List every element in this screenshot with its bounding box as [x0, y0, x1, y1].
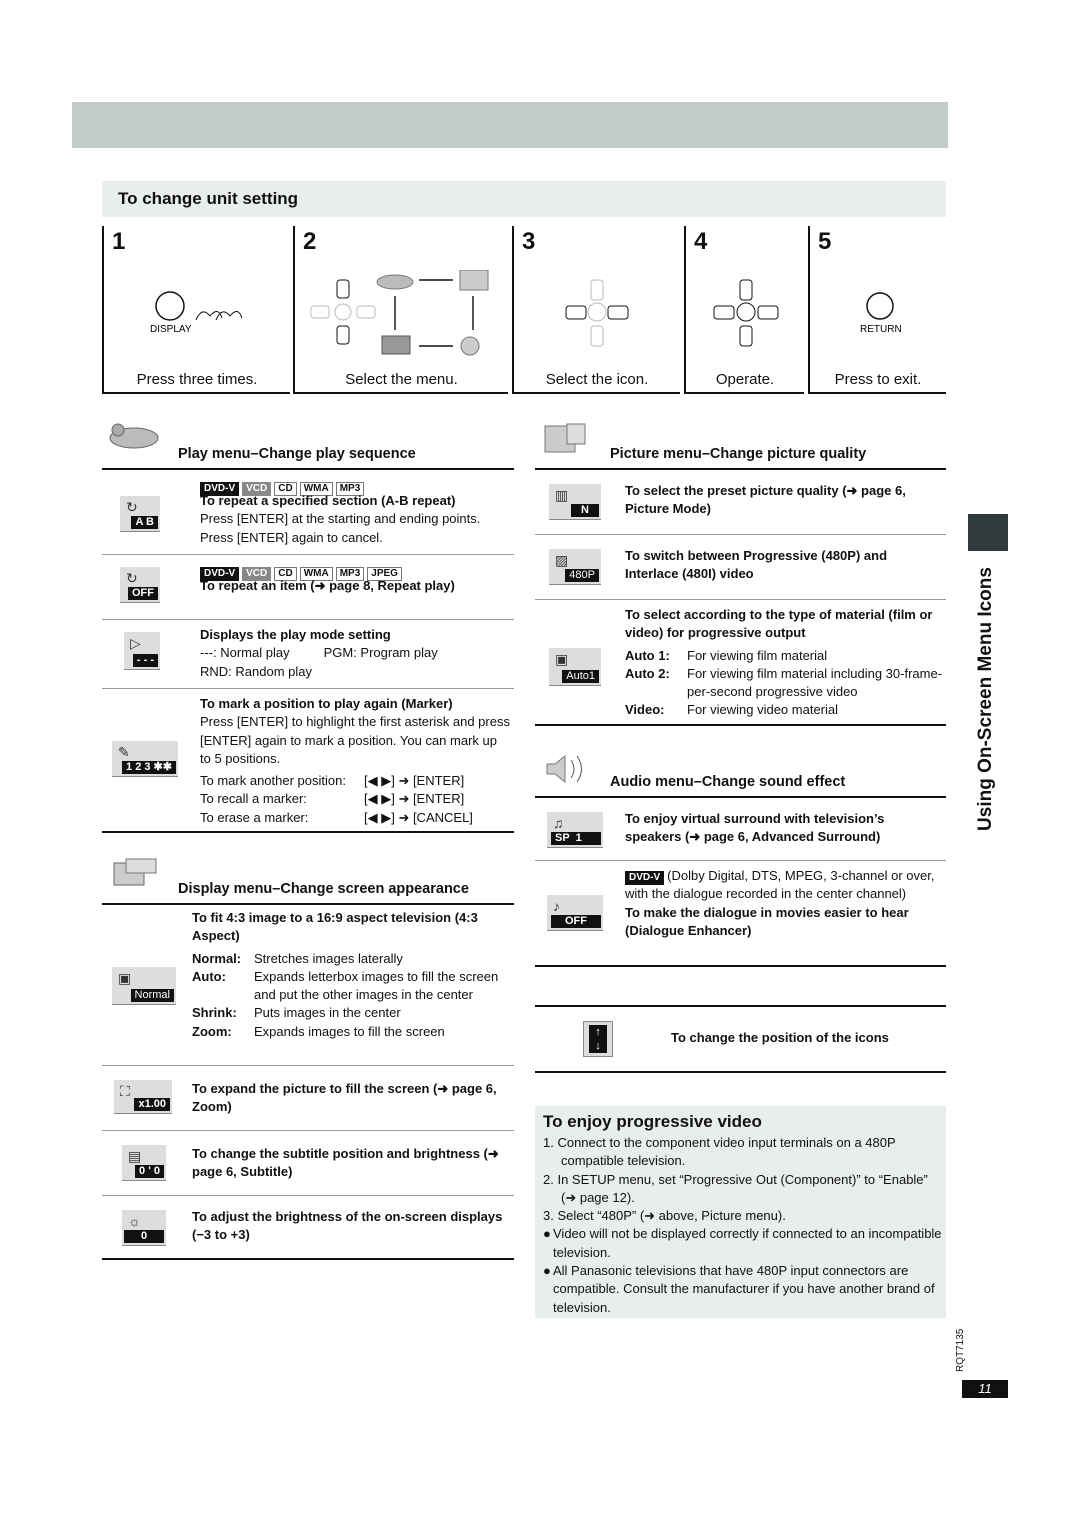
osd-position-icon: ↑ ↓: [583, 1021, 613, 1057]
step-caption: Select the menu.: [345, 371, 458, 388]
step-2: 2 Select the menu.: [293, 226, 508, 394]
item-body: Press [ENTER] at the starting and ending…: [200, 511, 481, 545]
progressive-title: To enjoy progressive video: [543, 1112, 762, 1131]
disc-icon: [109, 423, 159, 449]
step-1: 1 DISPLAY Press three times.: [102, 226, 290, 394]
osd-zoom-icon: ⛶ x1.00: [114, 1080, 172, 1114]
step-5: 5 RETURN Press to exit.: [808, 226, 946, 394]
progressive-video-box: To enjoy progressive video 1. Connect to…: [535, 1106, 946, 1318]
disc-tag: DVD-V: [625, 871, 665, 885]
osd-repeat-off-icon: ↻ OFF: [120, 567, 160, 603]
osd-brightness-icon: ☼ 0: [122, 1210, 166, 1246]
position-section: ↑ ↓ To change the position of the icons: [535, 1005, 946, 1073]
menu-item: ↑ ↓ To change the position of the icons: [535, 1007, 946, 1071]
item-heading: To mark a position to play again (Marker…: [200, 696, 453, 711]
item-heading: To switch between Progressive (480P) and…: [625, 548, 888, 582]
menu-cycle-illustration: [295, 269, 508, 370]
display-menu-section: Display menu–Change screen appearance ▣ N…: [102, 855, 514, 1260]
menu-item: ♫ SP 1 To enjoy virtual surround with tel…: [535, 798, 946, 860]
item-heading: To expand the picture to fill the screen…: [192, 1081, 497, 1115]
menu-item: ♪ OFF DVD-V (Dolby Digital, DTS, MPEG, 3-c…: [535, 861, 946, 965]
cursor-pad-lr-illustration: [514, 270, 680, 370]
item-body: Press [ENTER] to highlight the first ast…: [200, 714, 510, 766]
menu-item: ↻ OFF DVD-V VCD CD WMA MP3 JPEG To repeat an i…: [102, 555, 514, 619]
audio-menu-title: Audio menu–Change sound effect: [610, 774, 846, 790]
speaker-icon: [546, 754, 582, 784]
chapter-title: Using On-Screen Menu Icons: [975, 567, 996, 831]
osd-play-mode-icon: ▷ - - -: [124, 632, 160, 670]
osd-progressive-icon: ▨ 480P: [549, 549, 601, 585]
progressive-step: 3. Select “480P” (➜ above, Picture menu)…: [543, 1208, 786, 1224]
osd-picture-mode-icon: ▥ N: [549, 484, 601, 520]
page-number: 11: [962, 1380, 1008, 1398]
item-heading: To change the position of the icons: [671, 1030, 889, 1045]
document-code: RQT7135: [955, 1328, 966, 1372]
svg-text:RETURN: RETURN: [860, 324, 902, 335]
item-heading: To change the subtitle position and brig…: [192, 1146, 499, 1180]
header-band: [72, 102, 948, 148]
menu-item: ▣ Normal To fit 4:3 image to a 16:9 aspec…: [102, 905, 514, 1065]
display-label: DISPLAY: [150, 324, 192, 335]
step-number: 2: [303, 228, 317, 255]
picture-menu-title: Picture menu–Change picture quality: [610, 446, 867, 462]
progressive-step: 2. In SETUP menu, set “Progressive Out (…: [543, 1171, 928, 1205]
menu-item: ✎ 1 2 3 ✱✱ To mark a position to play aga…: [102, 689, 514, 831]
osd-transfer-mode-icon: ▣ Auto1: [549, 648, 601, 686]
step-caption: Operate.: [715, 371, 775, 388]
step-4: 4 Operate.: [684, 226, 804, 394]
step-number: 4: [694, 228, 708, 255]
menu-item: ▤ 0 ' 0 To change the subtitle position a…: [102, 1131, 514, 1195]
audio-menu-section: Audio menu–Change sound effect ♫ SP 1 To …: [535, 748, 946, 967]
item-heading: To fit 4:3 image to a 16:9 aspect televi…: [192, 910, 478, 944]
display-menu-title: Display menu–Change screen appearance: [178, 881, 469, 897]
menu-item: ▥ N To select the preset picture quality …: [535, 470, 946, 534]
osd-aspect-icon: ▣ Normal: [112, 967, 176, 1005]
picture-menu-icon: [544, 423, 586, 453]
menu-item: ↻ A B DVD-V VCD CD WMA MP3 To repeat a specif…: [102, 470, 514, 554]
step-caption: Press three times.: [136, 371, 258, 388]
step-3: 3 Select the icon.: [512, 226, 680, 394]
item-heading: To repeat a specified section (A-B repea…: [200, 493, 456, 508]
picture-menu-section: Picture menu–Change picture quality ▥ N T…: [535, 420, 946, 726]
progressive-note: ● Video will not be displayed correctly i…: [543, 1226, 942, 1260]
item-heading: To adjust the brightness of the on-scree…: [192, 1209, 503, 1243]
display-menu-icon: [113, 858, 157, 886]
menu-item: ⛶ x1.00 To expand the picture to fill the…: [102, 1066, 514, 1130]
cursor-pad-illustration: [686, 270, 804, 370]
menu-item: ▨ 480P To switch between Progressive (480…: [535, 535, 946, 599]
menu-item: ▷ - - - Displays the play mode setting --…: [102, 620, 514, 688]
step-caption: Select the icon.: [545, 371, 649, 388]
step-caption: Press to exit.: [834, 371, 922, 388]
osd-ab-repeat-icon: ↻ A B: [120, 496, 160, 532]
play-menu-title: Play menu–Change play sequence: [178, 446, 416, 462]
osd-dialogue-enhancer-icon: ♪ OFF: [547, 895, 603, 931]
item-heading: Displays the play mode setting: [200, 627, 391, 642]
section-header: To change unit setting: [102, 181, 946, 217]
progressive-note: ● All Panasonic televisions that have 480…: [543, 1263, 935, 1315]
menu-item: ▣ Auto1 To select according to the type o…: [535, 600, 946, 724]
osd-marker-icon: ✎ 1 2 3 ✱✱: [112, 741, 178, 777]
item-heading: To make the dialogue in movies easier to…: [625, 904, 909, 938]
play-menu-section: Play menu–Change play sequence ↻ A B DVD-…: [102, 420, 514, 833]
osd-subtitle-icon: ▤ 0 ' 0: [122, 1145, 166, 1181]
display-button-illustration: DISPLAY: [104, 270, 290, 370]
step-number: 5: [818, 228, 832, 255]
item-heading: To repeat an item (➜ page 8, Repeat play…: [200, 578, 455, 593]
return-button-illustration: RETURN: [810, 270, 946, 370]
section-title: To change unit setting: [118, 189, 299, 208]
osd-surround-icon: ♫ SP 1: [547, 812, 603, 848]
item-heading: To enjoy virtual surround with televisio…: [625, 811, 885, 845]
step-number: 3: [522, 228, 536, 255]
progressive-step: 1. Connect to the component video input …: [543, 1135, 896, 1169]
menu-item: ☼ 0 To adjust the brightness of the on-sc…: [102, 1196, 514, 1258]
item-heading: To select according to the type of mater…: [625, 607, 933, 641]
step-number: 1: [112, 228, 126, 255]
chapter-tab-marker: [968, 514, 1008, 551]
item-heading: To select the preset picture quality (➜ …: [625, 483, 906, 517]
